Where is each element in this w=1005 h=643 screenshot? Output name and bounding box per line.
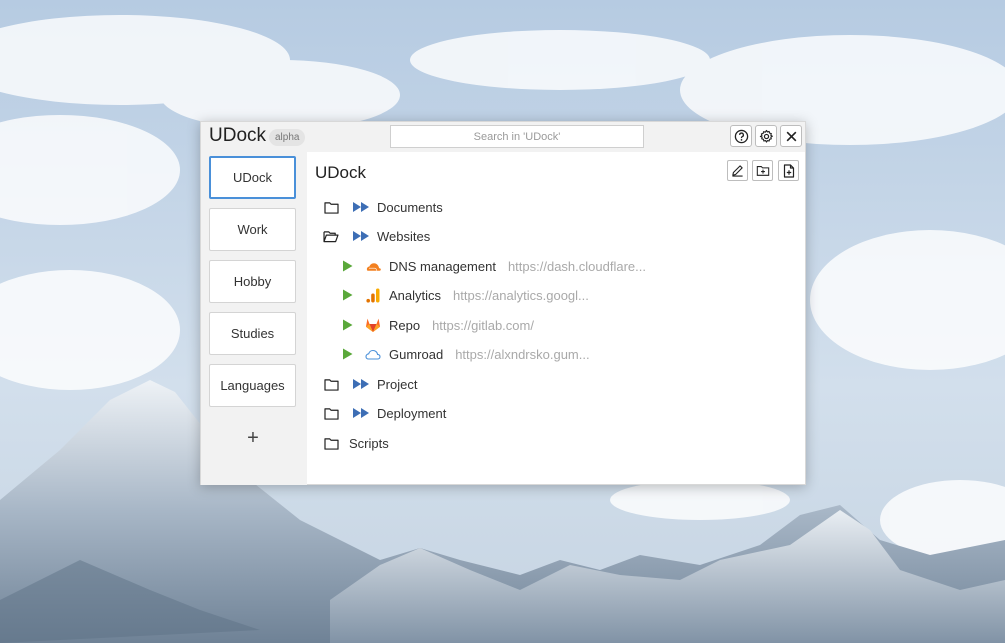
udock-window: UDock alpha UDock Work Hobby Studies Lan… — [200, 121, 806, 485]
tree-folder-websites[interactable]: Websites — [323, 224, 430, 248]
link-label: DNS management — [389, 258, 496, 274]
folder-icon — [323, 199, 339, 215]
cloud-icon — [365, 346, 381, 362]
link-label: Repo — [389, 317, 421, 333]
sidebar-item-studies[interactable]: Studies — [209, 312, 296, 355]
tree-link-dns-management[interactable]: DNS management https://dash.cloudflare..… — [339, 254, 646, 278]
run-icon[interactable] — [339, 287, 355, 303]
sidebar-item-label: UDock — [232, 170, 272, 185]
link-url: https://analytics.googl... — [453, 287, 589, 303]
link-url: https://alxndrsko.gum... — [455, 346, 590, 362]
google-analytics-icon — [365, 287, 381, 303]
edit-button[interactable] — [727, 160, 748, 181]
sidebar-item-languages[interactable]: Languages — [209, 364, 296, 407]
tree-folder-label: Project — [377, 376, 418, 392]
run-icon[interactable] — [339, 317, 355, 333]
close-icon — [786, 131, 796, 141]
tree-link-repo[interactable]: Repo https://gitlab.com/ — [339, 313, 534, 337]
app-title: UDock — [209, 125, 267, 146]
tree-folder-deployment[interactable]: Deployment — [323, 401, 446, 425]
run-all-icon[interactable] — [351, 199, 371, 215]
add-group-button[interactable]: + — [241, 426, 265, 450]
tree-folder-label: Deployment — [377, 405, 447, 421]
tree-folder-label: Websites — [377, 228, 431, 244]
cloudflare-icon — [365, 258, 381, 274]
folder-icon — [323, 405, 339, 421]
tree-folder-scripts[interactable]: Scripts — [323, 431, 389, 455]
sidebar-item-udock[interactable]: UDock — [209, 156, 296, 199]
help-button[interactable] — [730, 125, 752, 147]
close-button[interactable] — [780, 125, 802, 147]
tree-link-gumroad[interactable]: Gumroad https://alxndrsko.gum... — [339, 342, 590, 366]
run-icon[interactable] — [339, 258, 355, 274]
new-file-button[interactable] — [778, 160, 799, 181]
link-label: Analytics — [389, 287, 442, 303]
title-bar: UDock alpha — [201, 122, 805, 152]
alpha-badge: alpha — [269, 129, 306, 146]
sidebar-item-work[interactable]: Work — [209, 208, 296, 251]
sidebar: UDock Work Hobby Studies Languages + — [201, 152, 307, 485]
tree-folder-documents[interactable]: Documents — [323, 195, 443, 219]
tree-folder-project[interactable]: Project — [323, 372, 417, 396]
folder-plus-icon — [756, 166, 769, 176]
run-all-icon[interactable] — [351, 405, 371, 421]
folder-open-icon — [323, 228, 339, 244]
gitlab-icon — [365, 317, 381, 333]
folder-icon — [323, 376, 339, 392]
run-icon[interactable] — [339, 346, 355, 362]
link-label: Gumroad — [389, 346, 444, 362]
new-folder-button[interactable] — [752, 160, 773, 181]
gear-icon — [759, 129, 773, 143]
sidebar-item-label: Studies — [230, 326, 275, 341]
sidebar-item-label: Hobby — [233, 274, 272, 289]
link-url: https://gitlab.com/ — [432, 317, 534, 333]
folder-icon — [323, 435, 339, 451]
help-icon — [734, 129, 748, 143]
page-title: UDock — [315, 163, 367, 182]
run-all-icon[interactable] — [351, 376, 371, 392]
tree-link-analytics[interactable]: Analytics https://analytics.googl... — [339, 283, 589, 307]
file-plus-icon — [783, 163, 794, 178]
sidebar-item-hobby[interactable]: Hobby — [209, 260, 296, 303]
tree-folder-label: Scripts — [349, 435, 389, 451]
sidebar-item-label: Work — [237, 222, 268, 237]
pencil-icon — [732, 165, 743, 177]
tree-folder-label: Documents — [377, 199, 443, 215]
run-all-icon[interactable] — [351, 228, 371, 244]
settings-button[interactable] — [755, 125, 777, 147]
sidebar-item-label: Languages — [220, 378, 285, 393]
link-url: https://dash.cloudflare... — [507, 258, 646, 274]
main-panel: UDock Documents Websites DNS management … — [307, 152, 806, 485]
search-input[interactable] — [390, 125, 644, 148]
